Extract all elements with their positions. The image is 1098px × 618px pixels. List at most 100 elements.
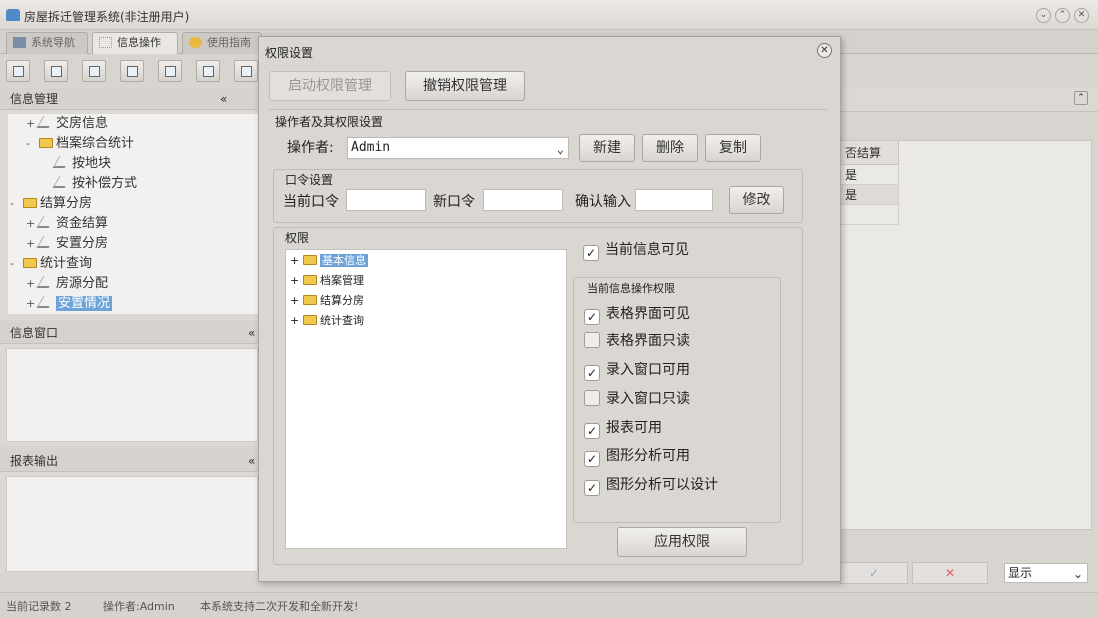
table-row[interactable] <box>841 205 899 225</box>
window-tool-button[interactable] <box>158 60 182 82</box>
entry-window-readonly-checkbox[interactable]: 录入窗口只读 <box>584 389 690 409</box>
graph-analysis-enabled-checkbox[interactable]: ✓ 图形分析可用 <box>584 446 690 467</box>
entry-window-enabled-checkbox[interactable]: ✓ 录入窗口可用 <box>584 360 690 381</box>
enable-permission-button[interactable]: 启动权限管理 <box>269 71 391 101</box>
divider <box>269 109 827 110</box>
cancel-x-button[interactable]: ✕ <box>912 562 988 584</box>
search-tool-button[interactable] <box>6 60 30 82</box>
data-grid: 否结算 是 是 <box>840 140 1092 530</box>
new-operator-button[interactable]: 新建 <box>579 134 635 162</box>
report-output-body <box>6 476 258 572</box>
users-icon <box>127 66 138 77</box>
folder-icon <box>303 275 317 285</box>
info-window-body <box>6 348 258 442</box>
minimize-icon[interactable]: ⌄ <box>1036 8 1051 23</box>
permission-group-label: 权限 <box>285 231 310 245</box>
folder-icon <box>23 258 37 268</box>
window-icon <box>165 66 176 77</box>
table-readonly-checkbox[interactable]: 表格界面只读 <box>584 331 690 351</box>
info-window-header: 信息窗口 « <box>0 322 262 344</box>
close-dialog-icon[interactable]: ✕ <box>817 43 832 58</box>
table-visible-checkbox[interactable]: ✓ 表格界面可见 <box>584 304 690 325</box>
list-tool-button[interactable] <box>44 60 68 82</box>
confirm-password-input[interactable] <box>635 189 713 211</box>
print-icon <box>241 66 252 77</box>
search-icon <box>13 66 24 77</box>
folder-icon <box>39 138 53 148</box>
export-tool-button[interactable] <box>196 60 220 82</box>
confirm-password-label: 确认输入 <box>575 194 631 210</box>
report-enabled-checkbox[interactable]: ✓ 报表可用 <box>584 418 662 439</box>
right-panel-header: ⌃ <box>840 88 1098 112</box>
collapse-right-icon[interactable]: ⌃ <box>1074 91 1088 105</box>
new-password-input[interactable] <box>483 189 563 211</box>
users-tool-button[interactable] <box>120 60 144 82</box>
report-output-panel: 报表输出 « <box>0 450 262 574</box>
edit-icon <box>36 216 56 228</box>
window-title: 房屋拆迁管理系统(非注册用户) <box>24 10 190 24</box>
tree-item[interactable]: - 档案综合统计 <box>26 134 134 154</box>
tab-user-guide[interactable]: 使用指南 <box>182 32 262 54</box>
collapse-info-window-icon[interactable]: « <box>248 322 255 344</box>
info-tree: + 交房信息 - 档案综合统计 按地块 按补偿方式 - 结算分房 + 资金结算 + 安置分… <box>8 114 260 314</box>
password-group-label: 口令设置 <box>285 173 334 187</box>
edit-icon <box>52 176 72 188</box>
chevron-down-icon: ⌄ <box>1072 567 1083 581</box>
monitor-icon <box>13 37 26 48</box>
delete-operator-button[interactable]: 删除 <box>642 134 698 162</box>
operator-select[interactable]: Admin ⌄ <box>347 137 569 159</box>
tree-item[interactable]: - 结算分房 <box>10 194 92 214</box>
checkbox-checked-icon[interactable]: ✓ <box>584 365 600 381</box>
apply-permission-button[interactable]: 应用权限 <box>617 527 747 557</box>
copy-operator-button[interactable]: 复制 <box>705 134 761 162</box>
edit-icon <box>36 276 56 288</box>
collapse-left-icon[interactable]: « <box>220 88 227 110</box>
tree-item[interactable]: + 房源分配 <box>26 274 108 294</box>
current-password-input[interactable] <box>346 189 426 211</box>
chevron-down-icon: ⌄ <box>556 142 564 156</box>
document-tool-button[interactable] <box>82 60 106 82</box>
confirm-check-button[interactable]: ✓ <box>840 562 908 584</box>
print-tool-button[interactable] <box>234 60 258 82</box>
tree-item[interactable]: + 安置分房 <box>26 234 108 254</box>
edit-icon <box>36 296 56 308</box>
status-bar: 当前记录数 2 操作者:Admin 本系统支持二次开发和全新开发! <box>0 592 1098 618</box>
maximize-icon[interactable]: ⌃ <box>1055 8 1070 23</box>
checkbox-unchecked-icon[interactable] <box>584 332 600 348</box>
graph-analysis-design-checkbox[interactable]: ✓ 图形分析可以设计 <box>584 475 718 496</box>
checkbox-unchecked-icon[interactable] <box>584 390 600 406</box>
grid-icon <box>99 37 112 48</box>
tree-item[interactable]: - 统计查询 <box>10 254 92 274</box>
close-window-icon[interactable]: ✕ <box>1074 8 1089 23</box>
tree-item[interactable]: + 资金结算 <box>26 214 108 234</box>
tree-item[interactable]: 按补偿方式 <box>52 174 137 194</box>
checkbox-checked-icon[interactable]: ✓ <box>584 423 600 439</box>
tree-item-selected[interactable]: + 安置情况 <box>26 294 113 314</box>
tree-item[interactable]: + 档案管理 <box>290 272 364 290</box>
tree-item[interactable]: 按地块 <box>52 154 111 174</box>
tab-info-ops[interactable]: 信息操作 <box>92 32 178 54</box>
tree-item[interactable]: + 统计查询 <box>290 312 364 330</box>
tree-item[interactable]: + 交房信息 <box>26 114 108 134</box>
grid-header-settled[interactable]: 否结算 <box>841 141 899 165</box>
tree-item-selected[interactable]: + 基本信息 <box>290 252 368 270</box>
permission-dialog: 权限设置 ✕ 启动权限管理 撤销权限管理 操作者及其权限设置 操作者: Admi… <box>258 36 841 582</box>
current-visible-checkbox[interactable]: ✓ 当前信息可见 <box>583 240 689 261</box>
table-row[interactable]: 是 <box>841 185 899 205</box>
checkbox-checked-icon[interactable]: ✓ <box>584 309 600 325</box>
checkbox-checked-icon[interactable]: ✓ <box>583 245 599 261</box>
modify-password-button[interactable]: 修改 <box>729 186 784 214</box>
edit-icon <box>36 116 56 128</box>
current-password-label: 当前口令 <box>283 194 339 210</box>
revoke-permission-button[interactable]: 撤销权限管理 <box>405 71 525 101</box>
display-select[interactable]: 显示 ⌄ <box>1004 563 1088 583</box>
tab-system-nav[interactable]: 系统导航 <box>6 32 88 54</box>
tree-item[interactable]: + 结算分房 <box>290 292 364 310</box>
dialog-title: 权限设置 <box>265 46 314 60</box>
checkbox-checked-icon[interactable]: ✓ <box>584 451 600 467</box>
checkbox-checked-icon[interactable]: ✓ <box>584 480 600 496</box>
export-icon <box>203 66 214 77</box>
table-row[interactable]: 是 <box>841 165 899 185</box>
collapse-report-icon[interactable]: « <box>248 450 255 472</box>
document-icon <box>89 66 100 77</box>
